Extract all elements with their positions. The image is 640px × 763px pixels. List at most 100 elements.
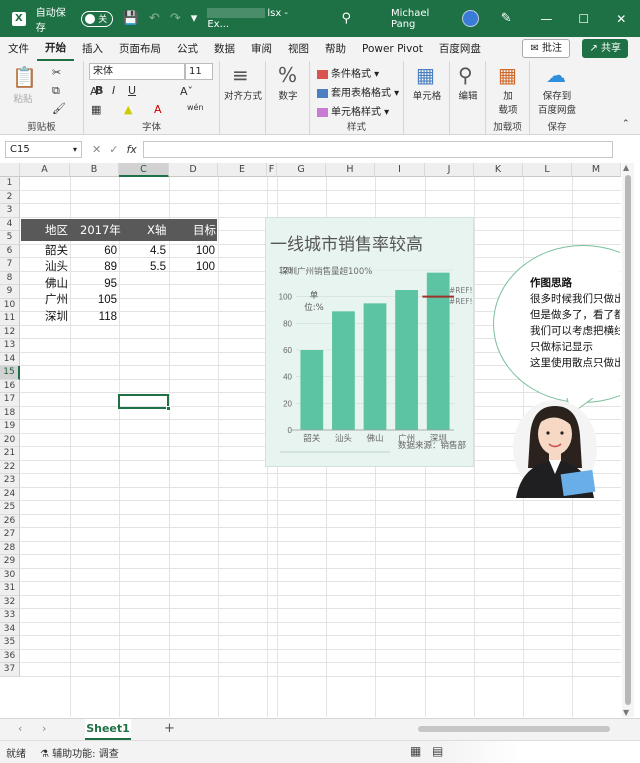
cell-target[interactable]: 100: [180, 243, 215, 259]
customize-qat-icon[interactable]: ▾: [191, 11, 198, 26]
row-header[interactable]: 5: [0, 231, 20, 245]
row-header[interactable]: 29: [0, 555, 20, 569]
normal-view-icon[interactable]: ▦: [410, 744, 421, 758]
search-icon[interactable]: ⚲: [341, 11, 351, 26]
tab-help[interactable]: 帮助: [317, 37, 354, 61]
column-header[interactable]: M: [572, 163, 621, 177]
editing-label[interactable]: 编辑: [450, 88, 486, 102]
table-header-row[interactable]: 地区 2017年 X轴 目标: [21, 219, 217, 241]
row-header[interactable]: 14: [0, 352, 20, 366]
header-x-axis[interactable]: X轴: [147, 219, 166, 241]
callout-bubble[interactable]: 作图思路 很多时候我们只做出 但是做多了，看了都 我们可以考虑把横线 只做标记显…: [493, 245, 620, 411]
column-header[interactable]: E: [218, 163, 267, 177]
unit-label[interactable]: 单位:%: [304, 290, 324, 314]
next-sheet-icon[interactable]: ›: [42, 722, 46, 735]
row-header[interactable]: 27: [0, 528, 20, 542]
horizontal-scrollbar[interactable]: [418, 726, 610, 732]
align-icon[interactable]: ≡: [232, 63, 249, 87]
bold-icon[interactable]: B: [95, 84, 103, 97]
ref-error-label[interactable]: #REF!: [449, 286, 473, 295]
cell-style-button[interactable]: 单元格样式 ▾: [317, 103, 389, 118]
column-header[interactable]: F: [267, 163, 277, 177]
tab-review[interactable]: 审阅: [243, 37, 280, 61]
paste-icon[interactable]: 📋: [12, 65, 37, 89]
scroll-down-icon[interactable]: ▼: [623, 708, 629, 717]
cells-label[interactable]: 单元格: [404, 88, 450, 102]
column-header-selected[interactable]: C: [119, 163, 169, 177]
cell-value[interactable]: 89: [80, 259, 117, 275]
row-header[interactable]: 7: [0, 258, 20, 272]
tab-file[interactable]: 文件: [0, 37, 37, 61]
redo-icon[interactable]: ↷: [170, 11, 181, 26]
addins-icon[interactable]: ▦: [498, 63, 517, 87]
phonetic-icon[interactable]: wén: [187, 103, 204, 112]
percent-icon[interactable]: %: [278, 63, 297, 87]
column-header[interactable]: J: [425, 163, 474, 177]
header-target[interactable]: 目标: [193, 219, 216, 241]
cell-value[interactable]: 60: [80, 243, 117, 259]
row-header[interactable]: 18: [0, 406, 20, 420]
row-header[interactable]: 31: [0, 582, 20, 596]
fx-icon[interactable]: fx: [126, 143, 136, 156]
row-header[interactable]: 36: [0, 649, 20, 663]
confirm-icon[interactable]: ✓: [109, 143, 126, 156]
column-header[interactable]: K: [474, 163, 523, 177]
row-header[interactable]: 19: [0, 420, 20, 434]
conditional-format-button[interactable]: 条件格式 ▾: [317, 65, 379, 80]
row-header[interactable]: 22: [0, 460, 20, 474]
autosave-toggle[interactable]: 关: [81, 10, 113, 27]
row-header[interactable]: 34: [0, 622, 20, 636]
row-header[interactable]: 25: [0, 501, 20, 515]
column-header[interactable]: H: [326, 163, 375, 177]
sheet-tab-sheet1[interactable]: Sheet1: [85, 719, 131, 740]
cell-region[interactable]: 深圳: [45, 309, 68, 325]
cut-icon[interactable]: ✂: [52, 66, 61, 79]
fill-handle[interactable]: [166, 406, 171, 411]
save-baidu-label[interactable]: 保存到 百度网盘: [530, 88, 584, 116]
cell-value[interactable]: 105: [80, 292, 117, 308]
column-header[interactable]: L: [523, 163, 572, 177]
copy-icon[interactable]: ⧉: [52, 84, 60, 98]
tab-baidu[interactable]: 百度网盘: [431, 37, 489, 61]
header-region[interactable]: 地区: [45, 219, 68, 241]
align-label[interactable]: 对齐方式: [220, 88, 266, 102]
font-decrease-icon[interactable]: Aˇ: [180, 85, 193, 98]
row-header[interactable]: 12: [0, 325, 20, 339]
font-name-select[interactable]: 宋体: [89, 63, 185, 80]
select-all-corner[interactable]: [0, 163, 20, 177]
minimize-icon[interactable]: —: [528, 12, 565, 26]
name-box[interactable]: C15 ▾: [5, 140, 82, 158]
row-header[interactable]: 30: [0, 568, 20, 582]
scroll-up-icon[interactable]: ▲: [623, 163, 629, 172]
formula-input[interactable]: [142, 140, 613, 158]
pen-icon[interactable]: ✎: [501, 11, 512, 26]
column-header[interactable]: B: [70, 163, 119, 177]
addins-button-label[interactable]: 加 载项: [486, 88, 530, 116]
scroll-thumb[interactable]: [625, 175, 631, 705]
cell-region[interactable]: 韶关: [45, 243, 68, 259]
tab-data[interactable]: 数据: [206, 37, 243, 61]
row-header[interactable]: 17: [0, 393, 20, 407]
row-header[interactable]: 24: [0, 487, 20, 501]
row-header[interactable]: 37: [0, 663, 20, 677]
bar-chart[interactable]: 一线城市销售率较高 深圳广州销售量超100% 0 20 40 60 80 100 120 韶关…: [265, 217, 474, 467]
vertical-scrollbar[interactable]: ▲ ▼: [622, 163, 634, 717]
add-sheet-icon[interactable]: +: [164, 721, 175, 736]
user-name[interactable]: Michael Pang: [391, 8, 456, 30]
cell-x[interactable]: 5.5: [150, 259, 166, 275]
column-header[interactable]: G: [277, 163, 326, 177]
row-header[interactable]: 8: [0, 271, 20, 285]
cancel-icon[interactable]: ✕: [92, 143, 109, 156]
column-header[interactable]: I: [375, 163, 425, 177]
row-header[interactable]: 23: [0, 474, 20, 488]
table-format-button[interactable]: 套用表格格式 ▾: [317, 84, 399, 99]
collapse-ribbon-icon[interactable]: ⌃: [622, 119, 630, 129]
row-header[interactable]: 21: [0, 447, 20, 461]
tab-home[interactable]: 开始: [37, 37, 74, 61]
tab-page-layout[interactable]: 页面布局: [111, 37, 169, 61]
close-icon[interactable]: ✕: [603, 12, 640, 26]
tab-view[interactable]: 视图: [280, 37, 317, 61]
row-header[interactable]: 9: [0, 285, 20, 299]
find-icon[interactable]: ⚲: [458, 63, 473, 87]
row-header[interactable]: 16: [0, 379, 20, 393]
